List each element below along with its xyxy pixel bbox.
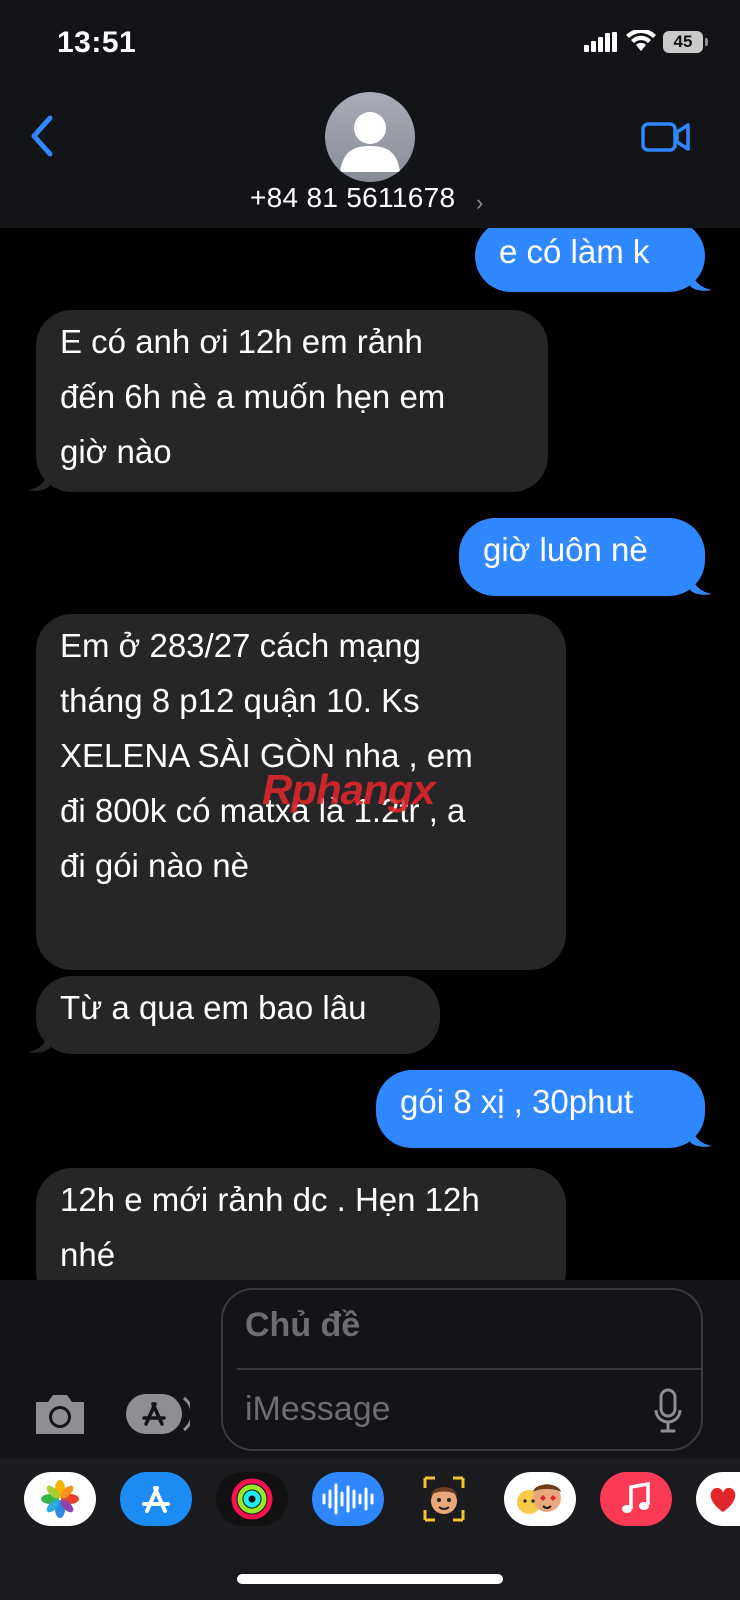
conversation-header: +84 81 5611678 ›: [0, 90, 740, 228]
message-input-box[interactable]: Chủ đề iMessage: [221, 1288, 703, 1451]
music-icon[interactable]: [600, 1472, 672, 1526]
bubble-tail: [690, 570, 712, 595]
status-bar: 13:51 45: [0, 0, 740, 90]
memoji-stickers-icon[interactable]: [504, 1472, 576, 1526]
message-bubble-outgoing[interactable]: giờ luôn nè: [459, 518, 705, 596]
cellular-signal-icon: [584, 32, 617, 52]
bubble-tail: [690, 1122, 712, 1147]
bubble-tail: [28, 466, 50, 491]
battery-icon: 45: [663, 31, 703, 53]
facetime-video-icon[interactable]: [641, 120, 691, 154]
memoji-icon[interactable]: [408, 1472, 480, 1526]
app-store-apps-icon[interactable]: [124, 1392, 190, 1436]
message-bubble-outgoing[interactable]: gói 8 xị , 30phut: [376, 1070, 705, 1148]
app-store-icon[interactable]: [120, 1472, 192, 1526]
digital-touch-icon[interactable]: [696, 1472, 740, 1526]
microphone-icon[interactable]: [653, 1388, 683, 1434]
message-bubble-outgoing[interactable]: e có làm k: [475, 228, 705, 292]
fitness-icon[interactable]: [216, 1472, 288, 1526]
message-bubble-incoming[interactable]: E có anh ơi 12h em rảnh đến 6h nè a muốn…: [36, 310, 548, 492]
bubble-tail: [690, 266, 712, 291]
imessage-input[interactable]: iMessage: [245, 1390, 391, 1429]
message-bubble-incoming[interactable]: 12h e mới rảnh dc . Hẹn 12h nhé: [36, 1168, 566, 1280]
subject-field[interactable]: Chủ đề: [245, 1306, 360, 1345]
contact-details-chevron-icon[interactable]: ›: [476, 190, 483, 216]
imessage-app-drawer: [0, 1458, 740, 1600]
camera-icon[interactable]: [32, 1392, 88, 1436]
wifi-icon: [626, 30, 656, 51]
back-chevron-icon[interactable]: [22, 110, 62, 162]
contact-name[interactable]: +84 81 5611678: [250, 182, 455, 214]
message-bubble-incoming[interactable]: Em ở 283/27 cách mạng tháng 8 p12 quận 1…: [36, 614, 566, 970]
bubble-tail: [28, 1028, 50, 1053]
status-time: 13:51: [57, 26, 137, 59]
home-indicator[interactable]: [237, 1574, 503, 1584]
battery-tip: [705, 38, 708, 46]
photos-icon[interactable]: [24, 1472, 96, 1526]
person-icon: [340, 112, 400, 172]
compose-bar: Chủ đề iMessage: [0, 1280, 740, 1458]
message-bubble-incoming[interactable]: Từ a qua em bao lâu: [36, 976, 440, 1054]
contact-avatar[interactable]: [325, 92, 415, 182]
audio-message-icon[interactable]: [312, 1472, 384, 1526]
input-divider: [237, 1368, 703, 1370]
message-thread[interactable]: e có làm k E có anh ơi 12h em rảnh đến 6…: [0, 228, 740, 1280]
